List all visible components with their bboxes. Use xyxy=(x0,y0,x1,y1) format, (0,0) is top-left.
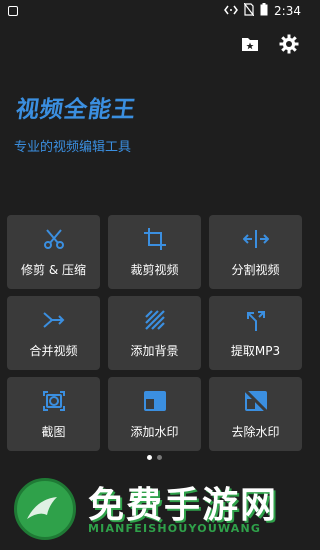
tool-remove-watermark[interactable]: 去除水印 xyxy=(209,377,302,451)
status-left xyxy=(8,6,18,16)
code-icon xyxy=(224,4,238,18)
tool-trim-compress[interactable]: 修剪 & 压缩 xyxy=(7,215,100,289)
app-title: 视频全能王 xyxy=(14,97,138,123)
hero: 视频全能王 专业的视频编辑工具 xyxy=(14,90,138,155)
scissors-icon xyxy=(41,226,67,252)
tool-label: 添加背景 xyxy=(130,344,179,358)
tool-screenshot[interactable]: 截图 xyxy=(7,377,100,451)
tool-label: 添加水印 xyxy=(130,425,179,439)
tool-grid: 修剪 & 压缩 裁剪视频 分割视频 合并视频 添加背景 提取MP3 截图 添加水… xyxy=(7,215,302,451)
status-bar: 2:34 xyxy=(0,0,309,22)
no-sim-icon xyxy=(243,2,255,19)
merge-icon xyxy=(41,307,67,333)
tool-label: 合并视频 xyxy=(29,344,78,358)
split-icon xyxy=(242,226,269,252)
add-watermark-icon xyxy=(142,388,168,414)
tool-label: 裁剪视频 xyxy=(130,263,179,277)
background-stripes-icon xyxy=(142,307,168,333)
gear-icon[interactable] xyxy=(279,34,299,54)
screenshot-camera-icon xyxy=(41,388,67,414)
tool-label: 去除水印 xyxy=(231,425,280,439)
status-time: 2:34 xyxy=(274,4,301,18)
page-indicator xyxy=(0,455,309,460)
remove-watermark-icon xyxy=(243,388,269,414)
tool-label: 截图 xyxy=(41,425,66,439)
tool-crop-video[interactable]: 裁剪视频 xyxy=(108,215,201,289)
app-subtitle: 专业的视频编辑工具 xyxy=(14,140,132,155)
watermark-logo xyxy=(14,478,76,540)
tool-merge-video[interactable]: 合并视频 xyxy=(7,296,100,370)
toolbar xyxy=(241,34,299,54)
page-dot-active[interactable] xyxy=(147,455,152,460)
watermark-overlay: 免费手游网 MIANFEISHOUYOUWANG xyxy=(0,470,309,550)
extract-icon xyxy=(243,307,269,333)
tool-label: 提取MP3 xyxy=(230,344,281,358)
tool-add-watermark[interactable]: 添加水印 xyxy=(108,377,201,451)
watermark-text: 免费手游网 xyxy=(88,485,279,526)
tool-label: 分割视频 xyxy=(231,263,280,277)
crop-icon xyxy=(142,226,168,252)
tool-add-background[interactable]: 添加背景 xyxy=(108,296,201,370)
tool-label: 修剪 & 压缩 xyxy=(21,263,86,277)
folder-star-icon[interactable] xyxy=(241,36,259,52)
status-right: 2:34 xyxy=(224,2,301,19)
tool-extract-mp3[interactable]: 提取MP3 xyxy=(209,296,302,370)
page-dot[interactable] xyxy=(157,455,162,460)
notification-icon xyxy=(8,6,18,16)
watermark-subtext: MIANFEISHOUYOUWANG xyxy=(88,522,262,535)
battery-icon xyxy=(260,3,268,19)
tool-split-video[interactable]: 分割视频 xyxy=(209,215,302,289)
